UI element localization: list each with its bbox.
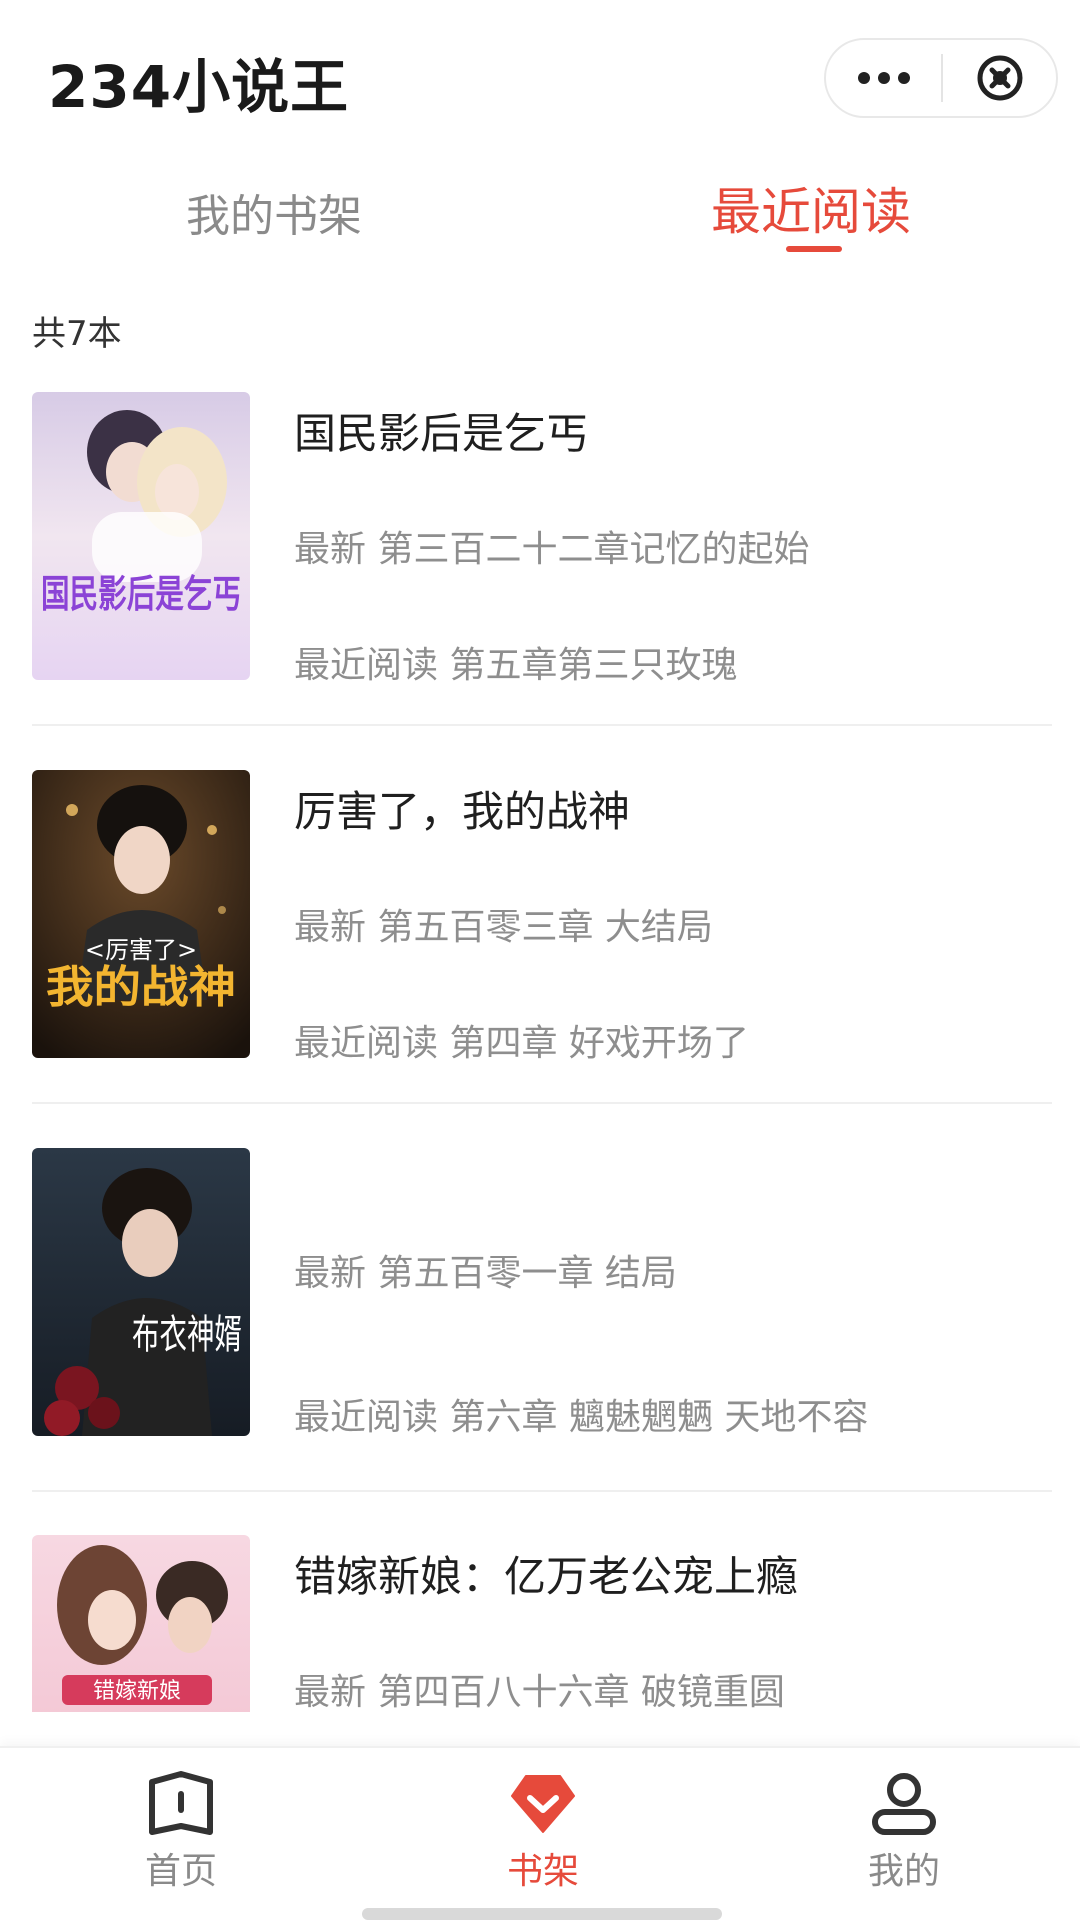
book-title[interactable]: 国民影后是乞丐	[294, 400, 588, 461]
home-indicator[interactable]	[362, 1908, 722, 1920]
bottom-nav: 首页 书架 我的	[0, 1746, 1080, 1920]
nav-bookshelf-label: 书架	[506, 1851, 579, 1892]
nav-home[interactable]: 首页	[81, 1770, 281, 1894]
cover-title-text: 错嫁新娘	[93, 1679, 181, 1704]
app-title: 234小说王	[48, 53, 350, 121]
nav-home-label: 首页	[144, 1851, 217, 1892]
book-count: 共7本	[32, 314, 122, 354]
more-button[interactable]	[826, 40, 941, 116]
book-list: 国民影后是乞丐 国民影后是乞丐 最新 第三百二十二章记忆的起始 最近阅读 第五章…	[0, 392, 1080, 1712]
list-item[interactable]: <厉害了> 我的战神 厉害了，我的战神 最新 第五百零三章 大结局 最近阅读 第…	[32, 770, 1052, 1105]
list-item[interactable]: 布衣神婿 最新 第五百零一章 结局 最近阅读 第六章 魑魅魍魉 天地不容	[32, 1148, 1052, 1493]
bookshelf-icon	[511, 1775, 575, 1833]
tab-my-bookshelf[interactable]: 我的书架	[186, 180, 362, 244]
book-title[interactable]: 错嫁新娘：亿万老公宠上瘾	[294, 1543, 798, 1604]
divider	[32, 724, 1052, 726]
book-cover[interactable]: 国民影后是乞丐	[32, 392, 250, 680]
cover-subtitle-text: <厉害了>	[85, 936, 197, 964]
recent-chapter[interactable]: 最近阅读 第六章 魑魅魍魉 天地不容	[294, 1388, 868, 1440]
cover-title-text: 我的战神	[46, 962, 236, 1013]
nav-mine-label: 我的	[867, 1851, 940, 1892]
header: 234小说王	[0, 0, 1080, 150]
book-title[interactable]: 厉害了，我的战神	[294, 778, 630, 839]
book-cover[interactable]: 布衣神婿	[32, 1148, 250, 1436]
latest-chapter: 最新 第三百二十二章记忆的起始	[294, 529, 810, 570]
cover-title-text: 布衣神婿	[132, 1312, 242, 1358]
book-cover[interactable]: <厉害了> 我的战神	[32, 770, 250, 1058]
book-open-icon	[149, 1771, 213, 1835]
user-icon	[872, 1773, 936, 1835]
latest-chapter: 最新 第五百零一章 结局	[294, 1253, 677, 1294]
recent-chapter[interactable]: 最近阅读 第四章 好戏开场了	[294, 1014, 749, 1066]
close-button[interactable]	[943, 40, 1056, 116]
tab-bar: 我的书架 最近阅读	[0, 150, 1080, 260]
miniprogram-capsule	[824, 38, 1058, 118]
close-circle-icon	[977, 55, 1022, 101]
cover-title-text: 国民影后是乞丐	[41, 571, 241, 616]
latest-chapter: 最新 第五百零三章 大结局	[294, 907, 713, 948]
tab-recent-reading[interactable]: 最近阅读	[711, 172, 911, 244]
latest-chapter: 最新 第四百八十六章 破镜重圆	[294, 1672, 785, 1712]
recent-chapter[interactable]: 最近阅读 第五章第三只玫瑰	[294, 636, 737, 688]
list-item[interactable]: 错嫁新娘 错嫁新娘：亿万老公宠上瘾 最新 第四百八十六章 破镜重圆	[32, 1535, 1052, 1712]
tab-active-indicator	[786, 246, 842, 252]
divider	[32, 1102, 1052, 1104]
book-cover[interactable]: 错嫁新娘	[32, 1535, 250, 1712]
nav-mine[interactable]: 我的	[804, 1770, 1004, 1894]
nav-bookshelf[interactable]: 书架	[443, 1770, 643, 1894]
divider	[32, 1490, 1052, 1492]
list-item[interactable]: 国民影后是乞丐 国民影后是乞丐 最新 第三百二十二章记忆的起始 最近阅读 第五章…	[32, 392, 1052, 727]
more-dots-icon	[857, 72, 910, 84]
